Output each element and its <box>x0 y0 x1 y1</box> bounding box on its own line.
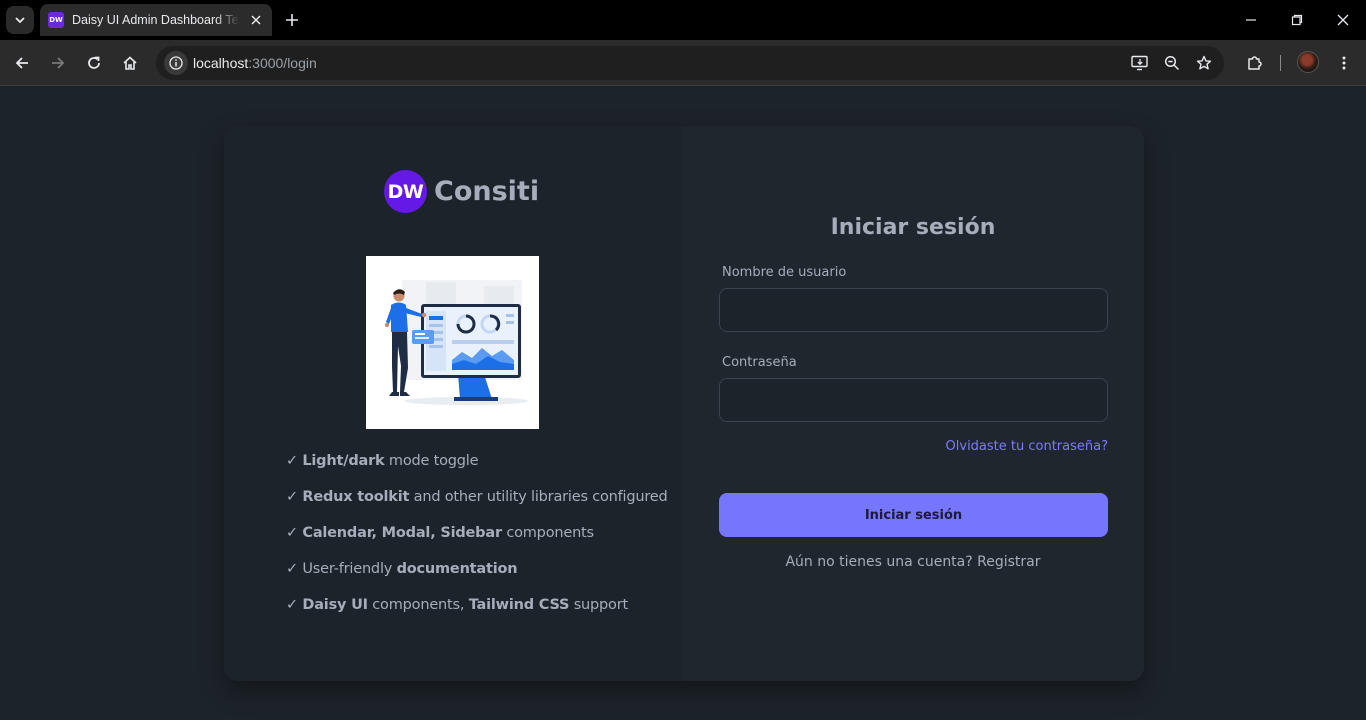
feature-highlight: Redux toolkit <box>302 489 410 505</box>
bookmark-button[interactable] <box>1192 51 1216 75</box>
brand-name: Consiti <box>434 176 540 207</box>
reload-button[interactable] <box>82 51 106 75</box>
feature-text: components, <box>367 597 469 613</box>
list-item: ✓ Light/dark mode toggle <box>286 452 668 488</box>
toolbar-divider <box>1280 55 1281 71</box>
extensions-button[interactable] <box>1243 51 1267 75</box>
feature-highlight: Daisy UI <box>302 597 368 613</box>
feature-text: mode toggle <box>384 453 479 469</box>
arrow-right-icon <box>52 57 65 69</box>
check-icon: ✓ <box>286 453 298 469</box>
minimize-icon <box>1246 19 1256 21</box>
tab-title: Daisy UI Admin Dashboard Template <box>72 13 240 27</box>
password-label: Contraseña <box>722 355 797 370</box>
install-app-icon <box>1131 55 1148 71</box>
tab-favicon: DW <box>48 12 64 28</box>
close-window-button[interactable] <box>1333 10 1353 30</box>
login-title: Iniciar sesión <box>830 215 996 240</box>
new-tab-button[interactable] <box>282 10 302 30</box>
more-vertical-icon <box>1342 56 1346 70</box>
feature-text: User-friendly <box>302 561 397 577</box>
list-item: ✓ Redux toolkit and other utility librar… <box>286 488 668 524</box>
check-icon: ✓ <box>286 561 298 577</box>
url-text[interactable]: localhost:3000/login <box>193 55 317 71</box>
register-prompt: Aún no tienes una cuenta? <box>785 554 973 570</box>
restore-button[interactable] <box>1287 10 1307 30</box>
username-label: Nombre de usuario <box>722 265 847 280</box>
minimize-button[interactable] <box>1241 10 1261 30</box>
plus-icon <box>286 14 298 26</box>
person-presenting-dashboard-illustration <box>384 280 528 405</box>
close-icon <box>251 15 261 25</box>
tab-close-button[interactable] <box>248 12 264 28</box>
back-button[interactable] <box>10 51 34 75</box>
tab-search-button[interactable] <box>6 6 34 34</box>
url-path: :3000/login <box>248 55 317 71</box>
url-host: localhost <box>193 55 249 71</box>
check-icon: ✓ <box>286 525 298 541</box>
zoom-button[interactable] <box>1160 51 1184 75</box>
feature-highlight: Light/dark <box>302 453 385 469</box>
feature-highlight: Calendar, Modal, Sidebar <box>302 525 502 541</box>
address-bar[interactable]: localhost:3000/login <box>156 46 1224 80</box>
browser-tab-active[interactable]: DW Daisy UI Admin Dashboard Template <box>40 4 272 36</box>
register-line: Aún no tienes una cuenta? Registrar <box>682 554 1144 570</box>
info-icon <box>169 56 183 70</box>
dashboard-illustration <box>366 256 539 429</box>
password-input[interactable] <box>719 378 1108 422</box>
list-item: ✓ User-friendly documentation <box>286 560 668 596</box>
zoom-out-icon <box>1164 55 1180 71</box>
check-icon: ✓ <box>286 489 298 505</box>
list-item: ✓ Calendar, Modal, Sidebar components <box>286 524 668 560</box>
brand-logo: DW <box>384 170 427 213</box>
feature-text: support <box>569 597 628 613</box>
forgot-password-link[interactable]: Olvidaste tu contraseña? <box>946 439 1108 454</box>
reload-icon <box>88 56 100 69</box>
browser-tab-bar: DW Daisy UI Admin Dashboard Template <box>0 0 1366 40</box>
list-item: ✓ Daisy UI components, Tailwind CSS supp… <box>286 596 668 632</box>
check-icon: ✓ <box>286 597 298 613</box>
restore-icon <box>1291 14 1303 26</box>
profile-avatar[interactable] <box>1297 51 1319 73</box>
install-app-button[interactable] <box>1128 51 1152 75</box>
intro-panel: DW Consiti ✓ Light/dark mode toggle ✓ Re… <box>224 126 682 681</box>
puzzle-icon <box>1248 56 1262 70</box>
login-submit-button[interactable]: Iniciar sesión <box>719 493 1108 537</box>
chevron-down-icon <box>15 17 25 24</box>
close-icon <box>1337 14 1349 26</box>
arrow-left-icon <box>15 57 28 69</box>
home-icon <box>123 56 137 70</box>
login-card: DW Consiti ✓ Light/dark mode toggle ✓ Re… <box>224 126 1144 681</box>
forward-button[interactable] <box>46 51 70 75</box>
browser-toolbar: localhost:3000/login <box>0 40 1366 86</box>
feature-highlight: documentation <box>396 561 518 577</box>
register-link[interactable]: Registrar <box>977 554 1040 570</box>
home-button[interactable] <box>118 51 142 75</box>
site-info-button[interactable] <box>164 51 188 75</box>
username-input[interactable] <box>719 288 1108 332</box>
login-form-panel: Iniciar sesión Nombre de usuario Contras… <box>682 126 1144 681</box>
browser-menu-button[interactable] <box>1332 51 1356 75</box>
feature-highlight: Tailwind CSS <box>468 597 570 613</box>
feature-text: components <box>501 525 594 541</box>
brand: DW Consiti <box>384 170 539 213</box>
star-icon <box>1196 55 1212 70</box>
feature-text: and other utility libraries configured <box>409 489 668 505</box>
feature-list: ✓ Light/dark mode toggle ✓ Redux toolkit… <box>286 452 668 632</box>
